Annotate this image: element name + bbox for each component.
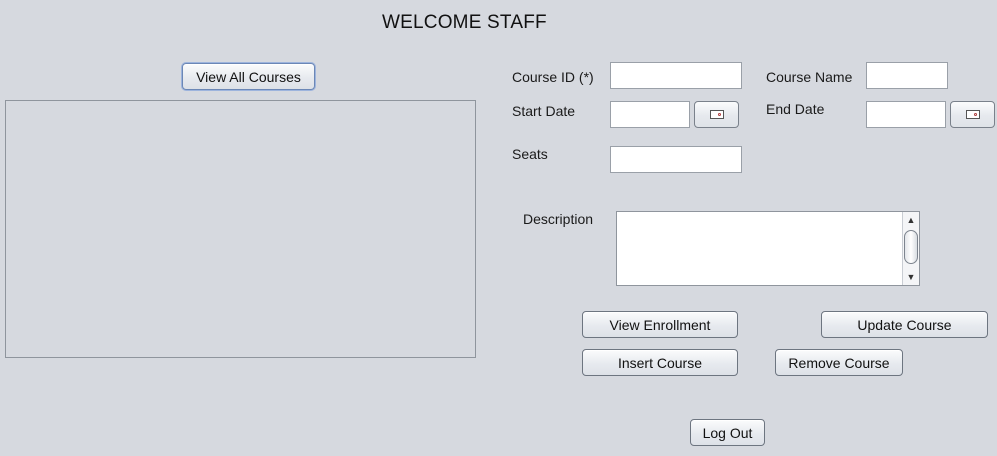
update-course-button[interactable]: Update Course [821,311,988,338]
seats-label: Seats [512,146,548,162]
seats-field[interactable] [610,146,742,173]
start-date-field[interactable] [610,101,690,128]
courses-list-panel[interactable] [5,100,476,358]
view-all-courses-button[interactable]: View All Courses [182,63,315,90]
course-name-field[interactable] [866,62,948,89]
course-id-field[interactable] [610,62,742,89]
page-title: WELCOME STAFF [382,12,547,33]
calendar-icon [965,110,980,119]
course-id-label: Course ID (*) [512,69,594,85]
description-scrollbar[interactable]: ▲ ▼ [902,212,919,285]
end-date-label: End Date [766,101,825,117]
start-date-calendar-button[interactable] [694,101,739,128]
calendar-icon [709,110,724,119]
scroll-down-arrow-icon[interactable]: ▼ [903,270,919,284]
scroll-up-arrow-icon[interactable]: ▲ [903,213,919,227]
end-date-field[interactable] [866,101,946,128]
insert-course-button[interactable]: Insert Course [582,349,738,376]
scroll-thumb[interactable] [904,230,918,264]
remove-course-button[interactable]: Remove Course [775,349,903,376]
start-date-label: Start Date [512,103,576,119]
description-label: Description [523,211,594,227]
end-date-calendar-button[interactable] [950,101,995,128]
description-textarea[interactable] [617,212,902,285]
log-out-button[interactable]: Log Out [690,419,765,446]
view-enrollment-button[interactable]: View Enrollment [582,311,738,338]
course-name-label: Course Name [766,69,853,85]
description-area: ▲ ▼ [616,211,920,286]
